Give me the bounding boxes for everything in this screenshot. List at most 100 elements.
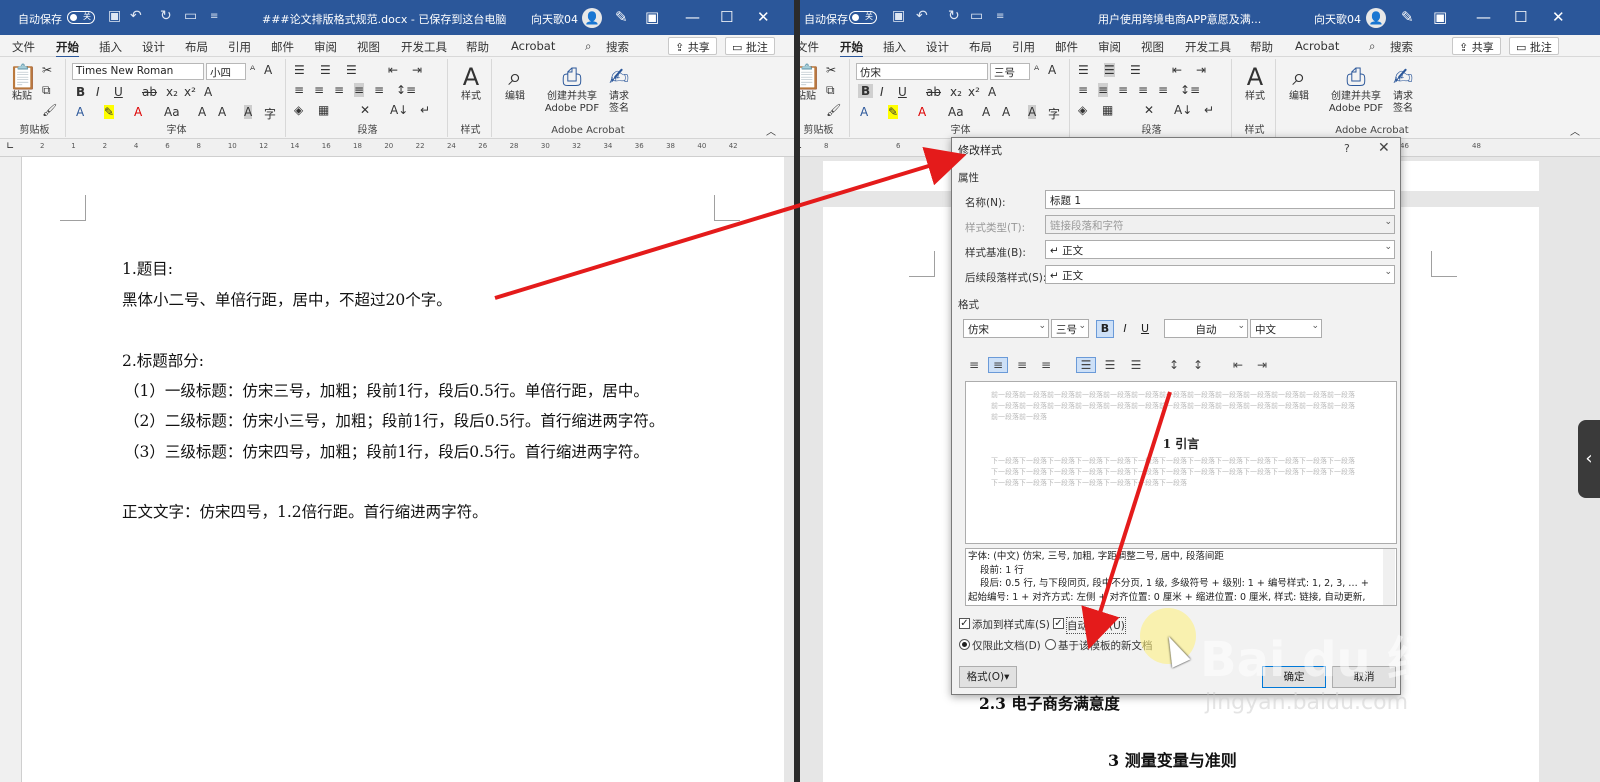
paste-button[interactable]: 📋 粘贴 — [8, 63, 38, 103]
description-scrollbar[interactable] — [1383, 549, 1395, 605]
side-panel-handle[interactable]: ‹ — [1578, 420, 1600, 498]
avatar[interactable]: 👤 — [582, 8, 602, 28]
copy-icon[interactable]: ⧉ — [826, 83, 835, 98]
close-icon[interactable]: ✕ — [1552, 8, 1565, 26]
shading-icon[interactable]: ◈ — [294, 103, 303, 117]
comments-button[interactable]: ▭ 批注 — [1509, 37, 1559, 55]
line-spacing-icon[interactable]: ↕≡ — [1180, 83, 1200, 97]
dialog-justify-icon[interactable]: ≡ — [1036, 357, 1056, 373]
tab-references[interactable]: 引用 — [1012, 39, 1035, 55]
add-to-gallery-checkbox[interactable]: ✓ — [959, 618, 970, 629]
paste-button[interactable]: 📋 粘贴 — [800, 63, 822, 103]
increase-indent-icon[interactable]: ⇥ — [412, 63, 422, 77]
dialog-italic-button[interactable]: I — [1116, 320, 1134, 338]
search-label[interactable]: 搜索 — [1390, 39, 1413, 55]
chinese-layout-icon[interactable]: ✕ — [1144, 103, 1154, 117]
font-enlarge-icon[interactable]: ᴬ — [1034, 63, 1039, 77]
touch-mode-icon[interactable]: ▭ — [184, 8, 197, 24]
tab-home[interactable]: 开始 — [840, 39, 863, 58]
char-shading-icon[interactable]: A — [1028, 105, 1037, 119]
save-icon[interactable]: ▣ — [892, 8, 905, 24]
close-icon[interactable]: ✕ — [757, 8, 770, 26]
italic-icon[interactable]: I — [880, 85, 884, 99]
horizontal-ruler[interactable]: ∟ 2 1 2 4 6 8 10 12 14 16 18 20 22 24 26 28 30 32 34 36 38 40… — [0, 139, 794, 157]
enclose-char-icon[interactable]: 字 — [1048, 105, 1060, 122]
tab-review[interactable]: 审阅 — [314, 39, 337, 55]
multilevel-list-icon[interactable]: ☰ — [1130, 63, 1141, 77]
copy-icon[interactable]: ⧉ — [42, 83, 51, 98]
dialog-align-center-icon[interactable]: ≡ — [988, 357, 1008, 373]
align-center-icon[interactable]: ≡ — [314, 83, 324, 97]
subscript-icon[interactable]: x₂ — [166, 85, 178, 99]
clear-format-icon[interactable]: A — [264, 63, 272, 77]
tab-layout[interactable]: 布局 — [185, 39, 208, 55]
dialog-size-select[interactable]: 三号 ⌄ — [1051, 319, 1089, 338]
dialog-single-spacing-icon[interactable]: ☰ — [1076, 357, 1096, 373]
format-painter-icon[interactable]: 🖌 — [42, 103, 57, 117]
shrink-font-icon[interactable]: A — [218, 105, 226, 119]
style-name-input[interactable]: 标题 1 — [1045, 190, 1395, 209]
tab-insert[interactable]: 插入 — [883, 39, 906, 55]
redo-icon[interactable]: ↻ — [948, 8, 960, 24]
dialog-decrease-indent-icon[interactable]: ⇤ — [1228, 357, 1248, 373]
shrink-font-icon[interactable]: A — [1002, 105, 1010, 119]
only-this-document-radio[interactable] — [959, 639, 970, 650]
customize-qat-icon[interactable]: ≡ — [996, 11, 1004, 22]
dialog-one-half-spacing-icon[interactable]: ☰ — [1100, 357, 1120, 373]
create-pdf-button[interactable]: ⎙ 创建并共享 Adobe PDF — [542, 63, 602, 115]
search-label[interactable]: 搜索 — [606, 39, 629, 55]
touch-mode-icon[interactable]: ▭ — [970, 8, 983, 24]
search-icon[interactable]: ⌕ — [585, 39, 591, 54]
strikethrough-icon[interactable]: ab — [926, 85, 941, 99]
text-effects-icon[interactable]: A — [204, 85, 212, 99]
chinese-layout-icon[interactable]: ✕ — [360, 103, 370, 117]
dialog-color-select[interactable]: 自动 ⌄ — [1164, 319, 1248, 338]
highlight-icon[interactable]: ✎ — [104, 105, 115, 119]
autosave-toggle[interactable]: 关 — [67, 11, 95, 24]
justify-icon[interactable]: ≡ — [354, 83, 365, 97]
tab-file[interactable]: 文件 — [12, 39, 35, 55]
format-menu-button[interactable]: 格式(O)▾ — [959, 666, 1017, 688]
tab-acrobat[interactable]: Acrobat — [1295, 39, 1339, 53]
sort-icon[interactable]: A↓ — [1174, 103, 1192, 117]
maximize-icon[interactable]: ☐ — [720, 8, 733, 26]
show-marks-icon[interactable]: ↵ — [420, 103, 430, 117]
decrease-indent-icon[interactable]: ⇤ — [388, 63, 398, 77]
comments-button[interactable]: ▭ 批注 — [725, 37, 775, 55]
align-left-icon[interactable]: ≡ — [1078, 83, 1088, 97]
dialog-bold-button[interactable]: B — [1096, 320, 1114, 338]
cut-icon[interactable]: ✂ — [42, 63, 52, 77]
strikethrough-icon[interactable]: ab — [142, 85, 157, 99]
autosave-toggle[interactable]: 关 — [849, 11, 877, 24]
bullets-icon[interactable]: ☰ — [1078, 63, 1089, 77]
clear-format-icon[interactable]: A — [1048, 63, 1056, 77]
dialog-font-select[interactable]: 仿宋 ⌄ — [963, 319, 1049, 338]
distributed-icon[interactable]: ≡ — [1158, 83, 1168, 97]
tab-mailings[interactable]: 邮件 — [271, 39, 294, 55]
enclose-char-icon[interactable]: 字 — [264, 105, 276, 122]
bold-icon[interactable]: B — [858, 84, 874, 98]
change-case-icon[interactable]: Aa — [948, 105, 964, 119]
tab-help[interactable]: 帮助 — [466, 39, 489, 55]
show-marks-icon[interactable]: ↵ — [1204, 103, 1214, 117]
align-center-icon[interactable]: ≡ — [1098, 83, 1109, 97]
numbering-icon[interactable]: ☰ — [320, 63, 331, 77]
maximize-icon[interactable]: ☐ — [1514, 8, 1527, 26]
tab-review[interactable]: 审阅 — [1098, 39, 1121, 55]
tab-design[interactable]: 设计 — [142, 39, 165, 55]
underline-icon[interactable]: U — [114, 85, 123, 99]
tab-developer[interactable]: 开发工具 — [1185, 39, 1231, 55]
tab-acrobat[interactable]: Acrobat — [511, 39, 555, 53]
request-sign-button[interactable]: ✍ 请求 签名 — [1388, 63, 1418, 115]
shading-icon[interactable]: ◈ — [1078, 103, 1087, 117]
distributed-icon[interactable]: ≡ — [374, 83, 384, 97]
ribbon-display-icon[interactable]: ▣ — [1433, 8, 1447, 26]
superscript-icon[interactable]: x² — [184, 85, 196, 99]
font-name-combo[interactable]: 仿宋 — [856, 63, 988, 80]
text-effect-icon[interactable]: A — [76, 105, 84, 119]
dialog-align-right-icon[interactable]: ≡ — [1012, 357, 1032, 373]
editing-button[interactable]: ⌕ 编辑 — [500, 63, 530, 103]
font-enlarge-icon[interactable]: ᴬ — [250, 63, 255, 77]
subscript-icon[interactable]: x₂ — [950, 85, 962, 99]
char-shading-icon[interactable]: A — [244, 105, 253, 119]
